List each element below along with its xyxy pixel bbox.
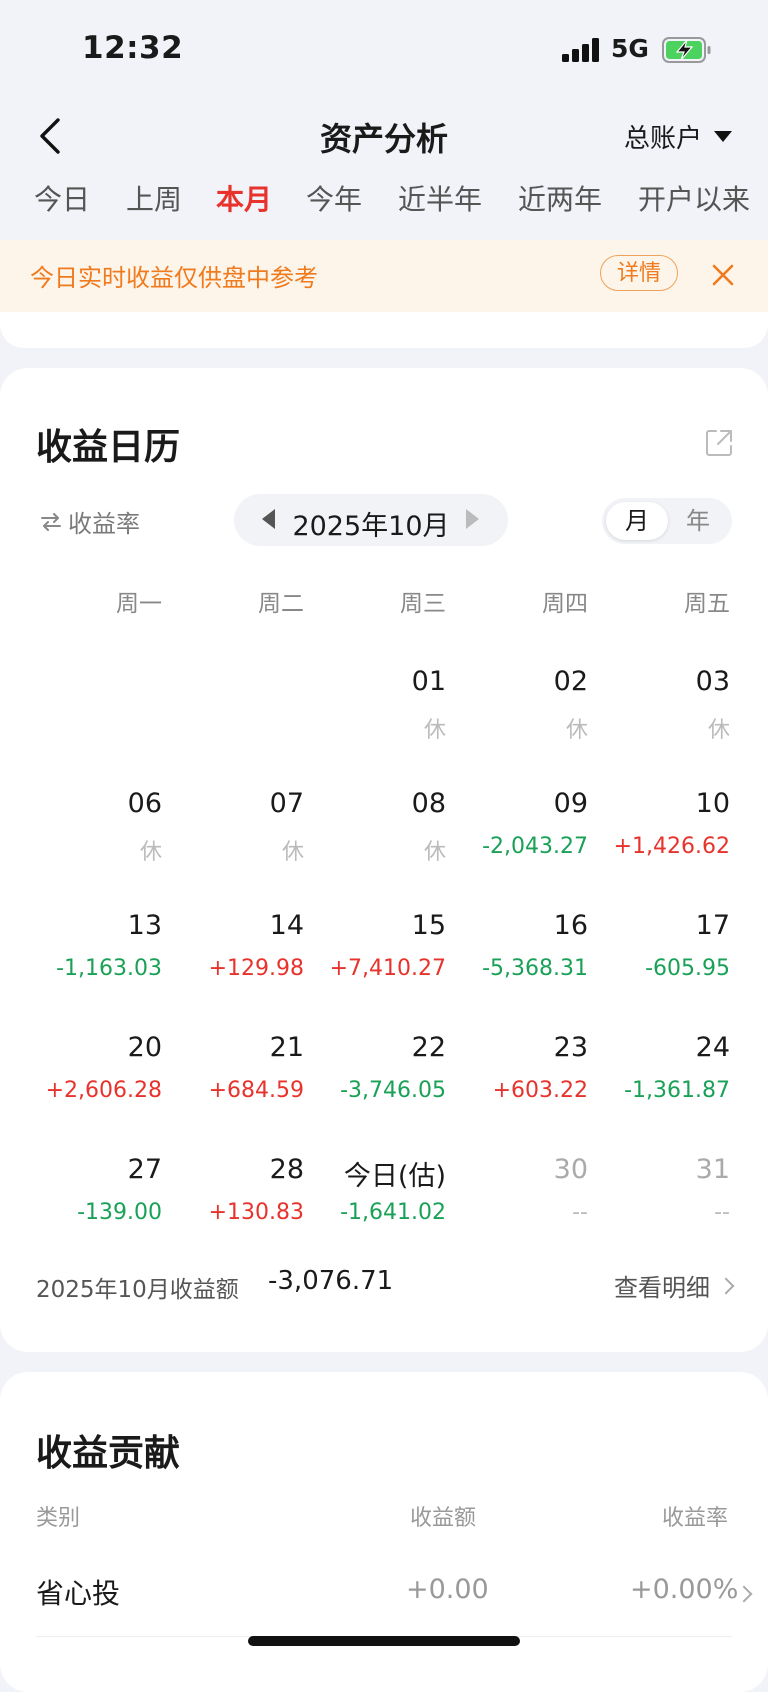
- calendar-day-value: --: [714, 1200, 730, 1225]
- calendar-day-number: 31: [695, 1154, 730, 1185]
- calendar-title: 收益日历: [36, 427, 181, 468]
- calendar-day-number: 08: [411, 788, 446, 819]
- weekday-label: 周四: [542, 591, 588, 617]
- calendar-day-number: 20: [127, 1032, 162, 1063]
- calendar-day-number: 09: [553, 788, 588, 819]
- col-category: 类别: [36, 1506, 81, 1531]
- month-summary-label: 2025年10月收益额: [36, 1277, 239, 1303]
- calendar-day-value: +2,606.28: [45, 1078, 162, 1103]
- account-label: 总账户: [623, 124, 702, 154]
- tab-two-years[interactable]: 近两年: [518, 178, 602, 218]
- close-icon[interactable]: [710, 262, 736, 288]
- tab-half-year[interactable]: 近半年: [398, 178, 482, 218]
- swap-icon: [41, 512, 61, 531]
- weekday-label: 周一: [116, 591, 162, 617]
- calendar-day-value: -3,746.05: [340, 1078, 446, 1103]
- next-month-icon[interactable]: [466, 509, 479, 529]
- calendar-day-value: +7,410.27: [329, 956, 446, 981]
- weekday-label: 周二: [258, 591, 304, 617]
- calendar-day-value: 休: [139, 840, 162, 865]
- calendar-day-value: +1,426.62: [613, 834, 730, 859]
- cellular-signal-icon: [562, 38, 600, 62]
- calendar-day-number: 01: [411, 666, 446, 697]
- calendar-day-value: -5,368.31: [482, 956, 588, 981]
- col-rate: 收益率: [662, 1506, 729, 1531]
- col-amount: 收益额: [410, 1506, 477, 1531]
- calendar-day-value: 休: [423, 718, 446, 743]
- calendar-day-number: 07: [269, 788, 304, 819]
- battery-charging-icon: [662, 37, 711, 63]
- calendar-day-number: 03: [695, 666, 730, 697]
- calendar-day-value: -1,361.87: [624, 1078, 730, 1103]
- calendar-day-value: -605.95: [645, 956, 730, 981]
- calendar-day-number: 今日(估): [343, 1161, 446, 1192]
- banner-text: 今日实时收益仅供盘中参考: [30, 264, 318, 292]
- calendar-day-value: 休: [565, 718, 588, 743]
- calendar-day-value: -1,641.02: [340, 1200, 446, 1225]
- caret-down-icon: [714, 131, 732, 142]
- contribution-row-name[interactable]: 省心投: [36, 1572, 120, 1612]
- month-summary-value: -3,076.71: [268, 1266, 394, 1296]
- tab-last-week[interactable]: 上周: [126, 178, 182, 218]
- calendar-day-number: 23: [553, 1032, 588, 1063]
- calendar-day-number: 16: [553, 910, 588, 941]
- calendar-day-value: +684.59: [208, 1078, 304, 1103]
- tab-today[interactable]: 今日: [34, 178, 90, 218]
- calendar-day-value: 休: [423, 840, 446, 865]
- calendar-day-number: 14: [269, 910, 304, 941]
- share-external-icon[interactable]: [704, 428, 734, 458]
- status-time: 12:32: [82, 30, 184, 66]
- view-detail-label: 查看明细: [614, 1274, 710, 1302]
- calendar-day-number: 10: [695, 788, 730, 819]
- chevron-right-icon: [717, 1277, 735, 1294]
- rate-toggle[interactable]: 收益率: [40, 504, 140, 539]
- tab-this-month[interactable]: 本月: [216, 178, 272, 218]
- contribution-title: 收益贡献: [36, 1433, 181, 1474]
- calendar-day-value: +130.83: [208, 1200, 304, 1225]
- calendar-day-number: 17: [695, 910, 730, 941]
- calendar-day-value: 休: [707, 718, 730, 743]
- home-indicator[interactable]: [248, 1636, 520, 1646]
- weekday-label: 周三: [400, 591, 446, 617]
- network-type: 5G: [611, 34, 649, 63]
- calendar-day-number: 27: [127, 1154, 162, 1185]
- calendar-day-value: +603.22: [492, 1078, 588, 1103]
- calendar-day-number: 22: [411, 1032, 446, 1063]
- weekday-label: 周五: [684, 591, 730, 617]
- account-selector[interactable]: 总账户: [624, 118, 732, 155]
- tab-this-year[interactable]: 今年: [306, 178, 362, 218]
- calendar-day-number: 28: [269, 1154, 304, 1185]
- calendar-day-value: +129.98: [208, 956, 304, 981]
- calendar-day-value: --: [572, 1200, 588, 1225]
- calendar-day-number: 13: [127, 910, 162, 941]
- calendar-day-number: 02: [553, 666, 588, 697]
- view-detail-link[interactable]: 查看明细: [614, 1268, 735, 1303]
- period-tabs: 今日 上周 本月 今年 近半年 近两年 开户以来: [0, 178, 768, 228]
- calendar-day-number: 21: [269, 1032, 304, 1063]
- calendar-day-value: -139.00: [77, 1200, 162, 1225]
- card-remnant: [0, 312, 768, 348]
- calendar-day-value: 休: [281, 840, 304, 865]
- segment-month[interactable]: 月: [606, 502, 668, 540]
- contribution-row-amount: +0.00: [406, 1574, 489, 1605]
- calendar-day-number: 15: [411, 910, 446, 941]
- tab-since-opening[interactable]: 开户以来: [638, 178, 750, 218]
- calendar-day-number: 06: [127, 788, 162, 819]
- calendar-day-value: -2,043.27: [482, 834, 588, 859]
- segment-year[interactable]: 年: [668, 502, 728, 540]
- banner-detail-button[interactable]: 详情: [600, 255, 678, 291]
- calendar-day-value: -1,163.03: [56, 956, 162, 981]
- calendar-day-number: 24: [695, 1032, 730, 1063]
- rate-toggle-label: 收益率: [68, 510, 140, 538]
- calendar-day-number: 30: [553, 1154, 588, 1185]
- contribution-row-rate: +0.00%: [630, 1574, 739, 1605]
